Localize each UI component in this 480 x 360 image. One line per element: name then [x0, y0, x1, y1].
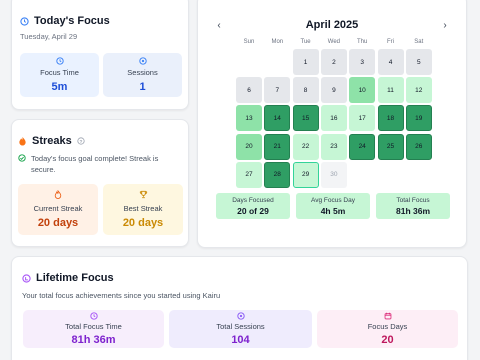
calendar-day[interactable]: 9 [320, 77, 347, 104]
current-streak-stat: Current Streak 20 days [18, 184, 98, 235]
total-focus-stat: Total Focus 81h 36m [376, 193, 450, 219]
calendar-day[interactable]: 24 [349, 133, 376, 160]
calendar-day[interactable]: 25 [377, 133, 404, 160]
current-streak-label: Current Streak [33, 204, 83, 213]
clock-icon [89, 312, 98, 320]
total-sessions-stat: Total Sessions 104 [169, 310, 312, 348]
weekday-label: Tue [300, 39, 311, 45]
total-focus-time-label: Total Focus Time [65, 322, 122, 331]
calendar-day[interactable]: 27 [236, 161, 262, 188]
trophy-icon [139, 190, 148, 199]
lifetime-focus-card: Lifetime Focus Your total focus achievem… [11, 256, 468, 360]
streak-message-text: Today's focus goal complete! Streak is s… [31, 154, 159, 174]
todays-focus-card: Today's Focus Tuesday, April 29 Focus Ti… [11, 0, 189, 110]
lifetime-subtitle: Your total focus achievements since you … [22, 291, 221, 300]
calendar-day[interactable]: 22 [292, 133, 319, 160]
weekday-label: Mon [271, 39, 284, 45]
calendar-day[interactable]: 18 [377, 105, 404, 132]
calendar-day[interactable]: 15 [292, 105, 319, 132]
weekday-label: Fri [387, 39, 394, 45]
total-focus-label: Total Focus [396, 196, 430, 204]
calendar-day[interactable]: 14 [264, 105, 291, 132]
todays-focus-header: Today's Focus [20, 15, 110, 27]
current-streak-value: 20 days [37, 217, 79, 229]
sessions-stat: Sessions 1 [103, 53, 182, 97]
total-sessions-label: Total Sessions [216, 322, 265, 331]
prev-month-button[interactable]: ‹ [214, 20, 224, 31]
calendar-day[interactable]: 6 [236, 77, 262, 104]
info-icon[interactable]: ? [77, 137, 85, 145]
clock-icon [55, 57, 64, 65]
clock-icon [20, 16, 29, 26]
calendar-card: ‹ April 2025 › Days Focused 20 of 29 Avg… [197, 0, 467, 248]
calendar-day[interactable]: 11 [377, 77, 404, 104]
calendar-day[interactable]: 10 [349, 77, 376, 104]
avg-focus-day-value: 4h 5m [320, 205, 346, 216]
calendar-day[interactable]: 4 [377, 49, 404, 75]
total-sessions-value: 104 [231, 334, 250, 346]
streak-message: Today's focus goal complete! Streak is s… [18, 153, 178, 175]
calendar-day[interactable]: 26 [405, 133, 432, 160]
best-streak-stat: Best Streak 20 days [103, 184, 183, 235]
weekday-label: Sun [243, 39, 255, 45]
streaks-card: Streaks ? Today's focus goal complete! S… [11, 119, 189, 247]
focus-days-value: 20 [381, 334, 394, 346]
calendar-day[interactable]: 29 [292, 161, 319, 188]
calendar-header: ‹ April 2025 › [214, 18, 450, 32]
total-focus-value: 81h 36m [395, 205, 431, 216]
avg-focus-day-label: Avg Focus Day [311, 196, 355, 204]
lifetime-focus-title: Lifetime Focus [36, 272, 114, 284]
lifetime-focus-header: Lifetime Focus [22, 272, 114, 284]
calendar-day[interactable]: 2 [320, 49, 347, 75]
calendar-day[interactable]: 30 [320, 161, 347, 188]
sessions-label: Sessions [127, 68, 158, 77]
calendar-day[interactable]: 12 [405, 77, 432, 104]
award-icon [22, 273, 31, 283]
calendar-day[interactable]: 16 [320, 105, 347, 132]
streaks-header: Streaks ? [18, 135, 85, 147]
total-focus-time-stat: Total Focus Time 81h 36m [23, 310, 164, 348]
focus-days-label: Focus Days [367, 322, 408, 331]
calendar-day[interactable]: 23 [320, 133, 347, 160]
calendar-day[interactable]: 20 [236, 133, 262, 160]
calendar-day[interactable]: 19 [405, 105, 432, 132]
weekday-label: Wed [327, 39, 340, 45]
focus-days-stat: Focus Days 20 [317, 310, 458, 348]
focus-time-stat: Focus Time 5m [20, 53, 99, 97]
calendar-day[interactable]: 13 [236, 105, 262, 132]
calendar-day[interactable]: 3 [349, 49, 376, 75]
focus-time-value: 5m [51, 81, 68, 93]
calendar-icon [384, 312, 392, 320]
check-circle-icon [18, 154, 26, 162]
calendar-day[interactable]: 28 [264, 161, 291, 188]
days-focused-label: Days Focused [232, 196, 274, 204]
flame-icon [18, 136, 27, 146]
weekday-label: Thu [357, 39, 368, 45]
days-focused-value: 20 of 29 [237, 205, 269, 216]
avg-focus-day-stat: Avg Focus Day 4h 5m [296, 193, 370, 219]
calendar-day[interactable]: 8 [292, 77, 319, 104]
total-focus-time-value: 81h 36m [71, 334, 116, 346]
focus-time-label: Focus Time [40, 68, 79, 77]
next-month-button[interactable]: › [440, 20, 450, 31]
calendar-day[interactable]: 1 [292, 49, 319, 75]
svg-text:?: ? [79, 139, 82, 145]
calendar-day[interactable]: 5 [405, 49, 432, 75]
streaks-title: Streaks [32, 135, 72, 147]
calendar-day[interactable]: 7 [264, 77, 291, 104]
flame-icon [54, 190, 62, 199]
calendar-day[interactable]: 17 [349, 105, 376, 132]
target-icon [236, 312, 245, 320]
best-streak-value: 20 days [122, 217, 164, 229]
todays-focus-title: Today's Focus [34, 15, 110, 27]
target-icon [138, 57, 147, 65]
calendar-month: April 2025 [305, 19, 359, 31]
weekday-label: Sat [414, 39, 424, 45]
best-streak-label: Best Streak [123, 204, 163, 213]
calendar-day[interactable]: 21 [264, 133, 291, 160]
today-date: Tuesday, April 29 [20, 32, 78, 41]
sessions-value: 1 [139, 81, 146, 93]
days-focused-stat: Days Focused 20 of 29 [216, 193, 290, 219]
